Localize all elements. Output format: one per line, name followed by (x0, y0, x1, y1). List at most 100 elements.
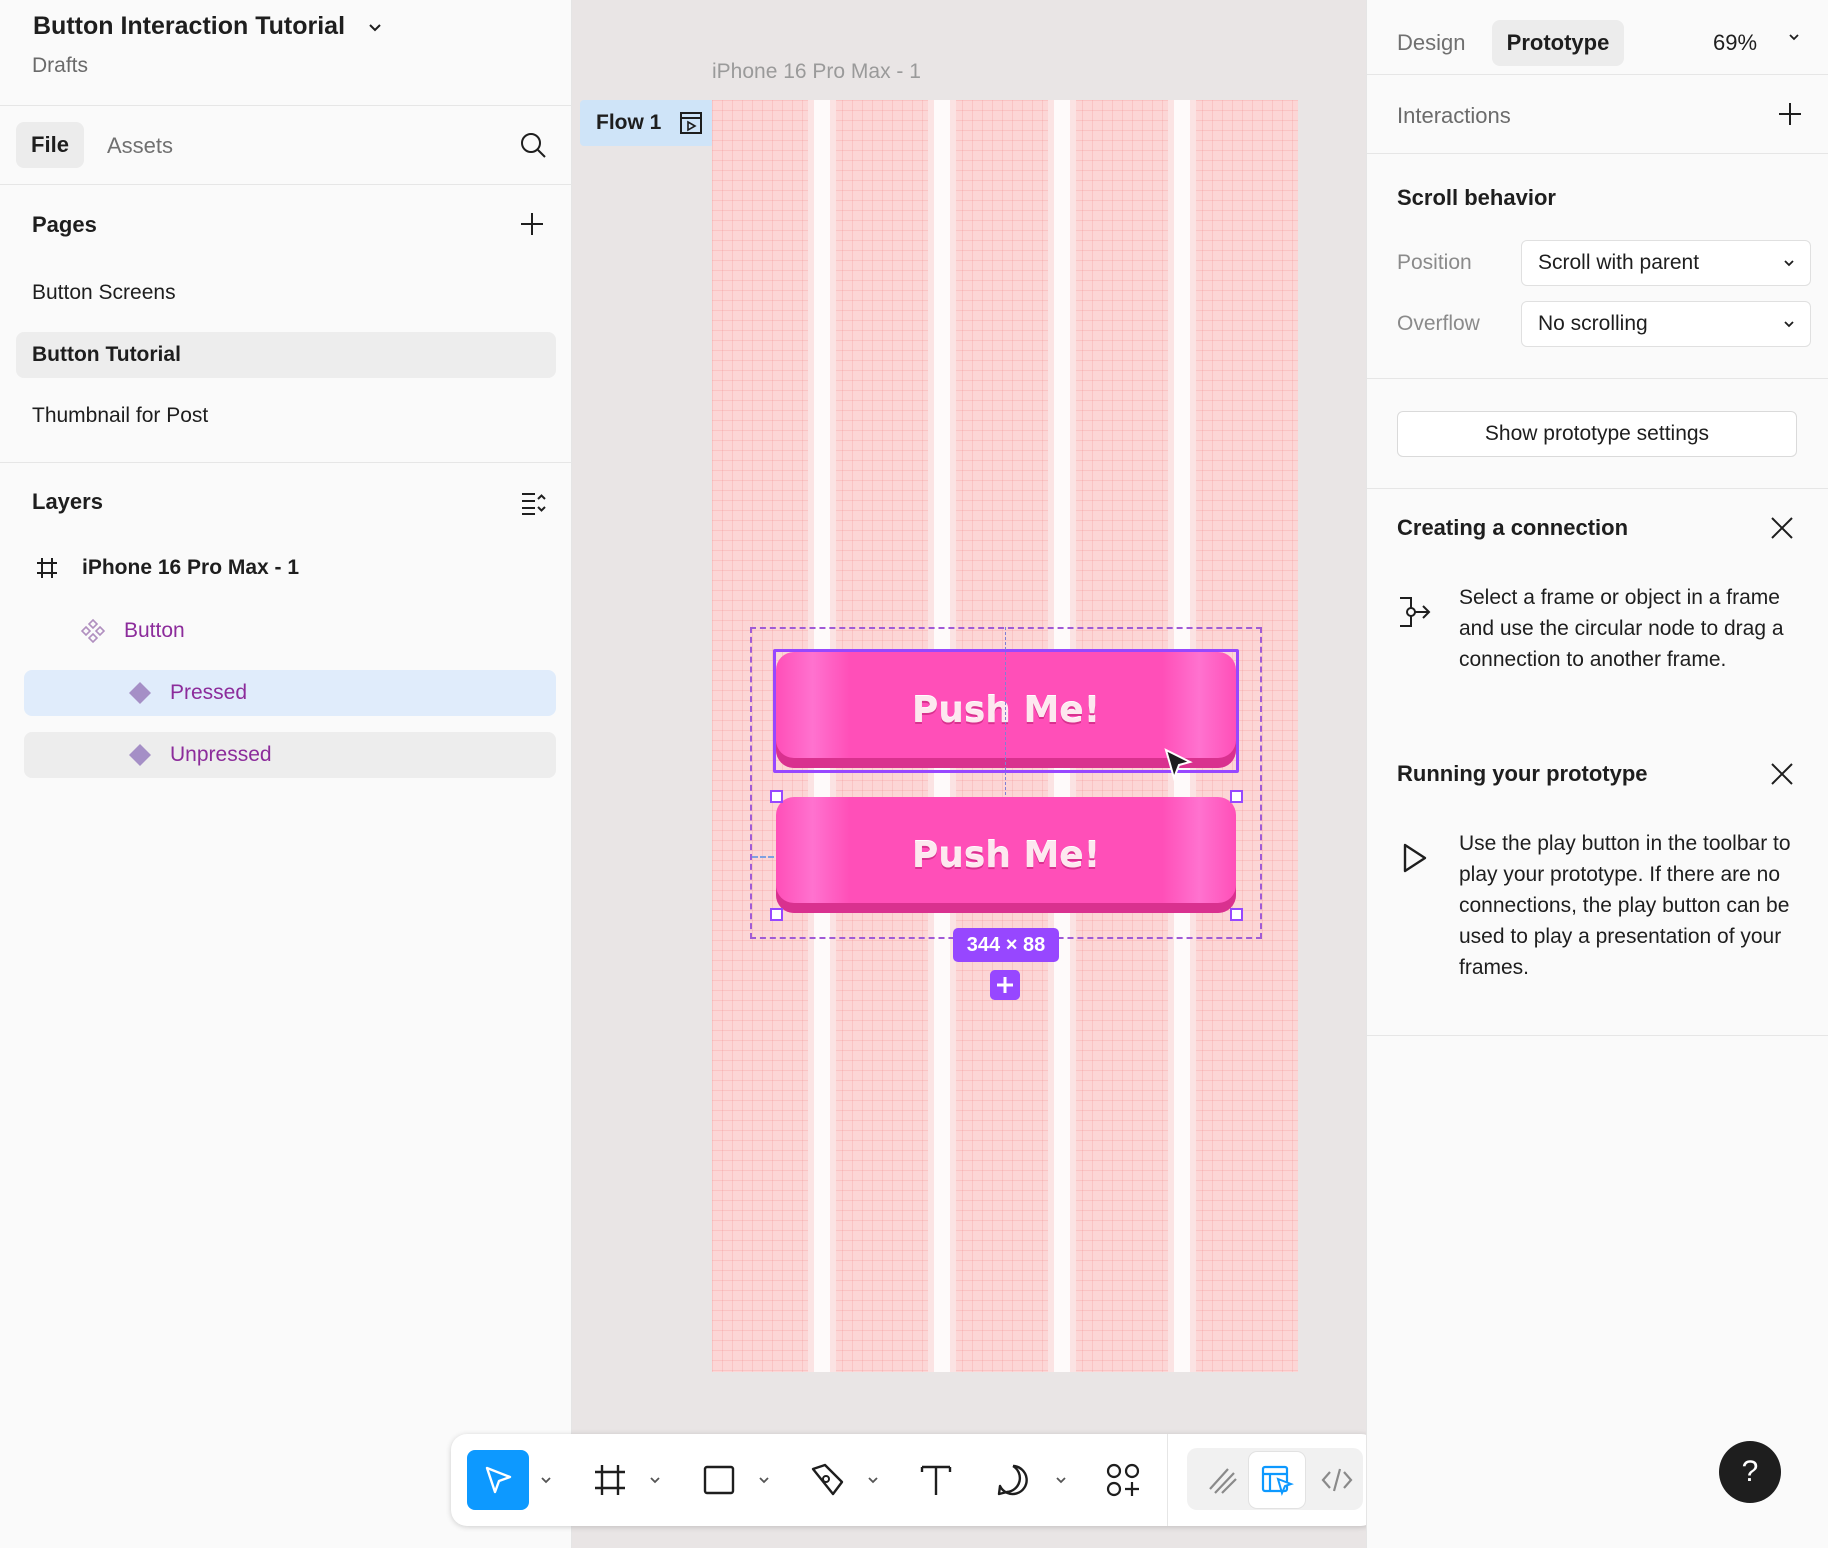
rectangle-tool-button[interactable] (697, 1458, 741, 1502)
divider (0, 105, 572, 106)
position-label: Position (1397, 251, 1472, 274)
layer-component[interactable]: Button (80, 618, 185, 644)
play-icon (1403, 843, 1427, 873)
zoom-level[interactable]: 69% (1713, 20, 1757, 66)
canvas[interactable]: iPhone 16 Pro Max - 1 Flow 1 Push Me! Pu… (572, 0, 1366, 1548)
divider (1367, 1035, 1828, 1036)
variant-icon (129, 682, 151, 704)
variant-icon (129, 744, 151, 766)
comment-icon (997, 1464, 1028, 1496)
chevron-down-icon[interactable] (866, 1473, 880, 1487)
collapse-layers-icon[interactable] (520, 489, 546, 515)
close-icon[interactable] (1769, 515, 1795, 541)
pen-tool-button[interactable] (806, 1458, 850, 1502)
actions-icon (1106, 1463, 1140, 1497)
tab-assets[interactable]: Assets (107, 133, 173, 159)
tab-file[interactable]: File (16, 122, 84, 168)
divider (1367, 74, 1828, 75)
comment-tool-button[interactable] (991, 1458, 1035, 1502)
flow-starting-point[interactable]: Flow 1 (580, 100, 714, 146)
draw-mode-icon (1209, 1468, 1237, 1494)
help-button[interactable]: ? (1719, 1441, 1781, 1503)
add-page-icon[interactable] (519, 211, 545, 237)
toolbar-divider (1167, 1434, 1168, 1526)
page-item-thumbnail[interactable]: Thumbnail for Post (16, 393, 556, 439)
running-prototype-heading: Running your prototype (1397, 761, 1648, 786)
project-title[interactable]: Button Interaction Tutorial (33, 12, 385, 41)
button-unpressed-variant[interactable]: Push Me! (776, 797, 1236, 913)
rectangle-tool-icon (703, 1465, 735, 1495)
chevron-down-icon[interactable] (1785, 28, 1803, 46)
text-tool-button[interactable] (914, 1458, 958, 1502)
tab-design[interactable]: Design (1397, 20, 1465, 66)
chevron-down-icon (1784, 260, 1794, 267)
flow-label: Flow 1 (596, 111, 662, 134)
divider (0, 184, 572, 185)
play-frame-icon[interactable] (679, 111, 703, 135)
frame-tool-icon (595, 1465, 625, 1495)
divider (1367, 378, 1828, 379)
design-mode-button[interactable] (1249, 1452, 1305, 1508)
scroll-behavior-heading: Scroll behavior (1397, 185, 1556, 210)
mouse-cursor-icon (1164, 748, 1193, 782)
layer-frame[interactable]: iPhone 16 Pro Max - 1 (36, 556, 299, 580)
interactions-heading: Interactions (1397, 103, 1511, 128)
divider (1367, 153, 1828, 154)
page-item-button-tutorial[interactable]: Button Tutorial (16, 332, 556, 378)
resize-handle-tr[interactable] (1230, 790, 1243, 803)
chevron-down-icon[interactable] (648, 1473, 662, 1487)
dev-mode-button[interactable] (1315, 1458, 1359, 1502)
layer-variant-unpressed[interactable]: Unpressed (24, 732, 556, 778)
add-interaction-icon[interactable] (1777, 101, 1803, 127)
connection-icon (1400, 597, 1431, 627)
running-prototype-text: Use the play button in the toolbar to pl… (1459, 832, 1791, 979)
center-guide (1005, 627, 1006, 795)
chevron-down-icon (1784, 321, 1794, 328)
right-sidebar: Design Prototype 69% Interactions Scroll… (1366, 0, 1828, 1548)
pen-tool-icon (811, 1463, 844, 1496)
frame-name-label[interactable]: iPhone 16 Pro Max - 1 (712, 60, 921, 84)
layers-heading: Layers (32, 489, 103, 514)
search-icon[interactable] (519, 131, 547, 159)
resize-handle-bl[interactable] (770, 908, 783, 921)
code-icon (1321, 1468, 1353, 1492)
project-location[interactable]: Drafts (32, 54, 88, 78)
frame-icon (37, 558, 57, 578)
overflow-value: No scrolling (1538, 312, 1648, 335)
tab-prototype[interactable]: Prototype (1492, 20, 1624, 66)
text-tool-icon (920, 1465, 952, 1495)
layer-variant-pressed[interactable]: Pressed (24, 670, 556, 716)
button-label: Push Me! (911, 834, 1101, 876)
resize-handle-br[interactable] (1230, 908, 1243, 921)
chevron-down-icon[interactable] (1054, 1473, 1068, 1487)
left-sidebar: Button Interaction Tutorial Drafts File … (0, 0, 572, 1548)
resize-handle-tl[interactable] (770, 790, 783, 803)
show-prototype-settings-button[interactable]: Show prototype settings (1397, 411, 1797, 457)
move-tool-button[interactable] (467, 1450, 529, 1510)
divider (0, 462, 572, 463)
move-tool-icon (485, 1466, 512, 1494)
component-set-icon (80, 618, 106, 644)
position-value: Scroll with parent (1538, 251, 1700, 274)
layer-frame-label: iPhone 16 Pro Max - 1 (82, 556, 300, 579)
page-item-button-screens[interactable]: Button Screens (16, 270, 556, 316)
draw-mode-button[interactable] (1201, 1458, 1245, 1502)
close-icon[interactable] (1769, 761, 1795, 787)
bottom-toolbar (451, 1434, 1377, 1526)
overflow-label: Overflow (1397, 312, 1480, 335)
overflow-select[interactable]: No scrolling (1521, 301, 1811, 347)
spacing-guide (752, 856, 774, 858)
chevron-down-icon[interactable] (757, 1473, 771, 1487)
size-badge: 344 × 88 (953, 928, 1059, 962)
divider (1367, 488, 1828, 489)
project-title-text: Button Interaction Tutorial (33, 12, 346, 40)
layer-variant-label: Pressed (170, 681, 248, 704)
position-select[interactable]: Scroll with parent (1521, 240, 1811, 286)
creating-connection-text: Select a frame or object in a frame and … (1459, 586, 1784, 671)
chevron-down-icon[interactable] (539, 1473, 553, 1487)
frame-tool-button[interactable] (588, 1458, 632, 1502)
design-mode-icon (1261, 1465, 1294, 1496)
chevron-down-icon (369, 23, 381, 31)
actions-button[interactable] (1101, 1458, 1145, 1502)
add-variant-icon[interactable] (990, 970, 1020, 1000)
